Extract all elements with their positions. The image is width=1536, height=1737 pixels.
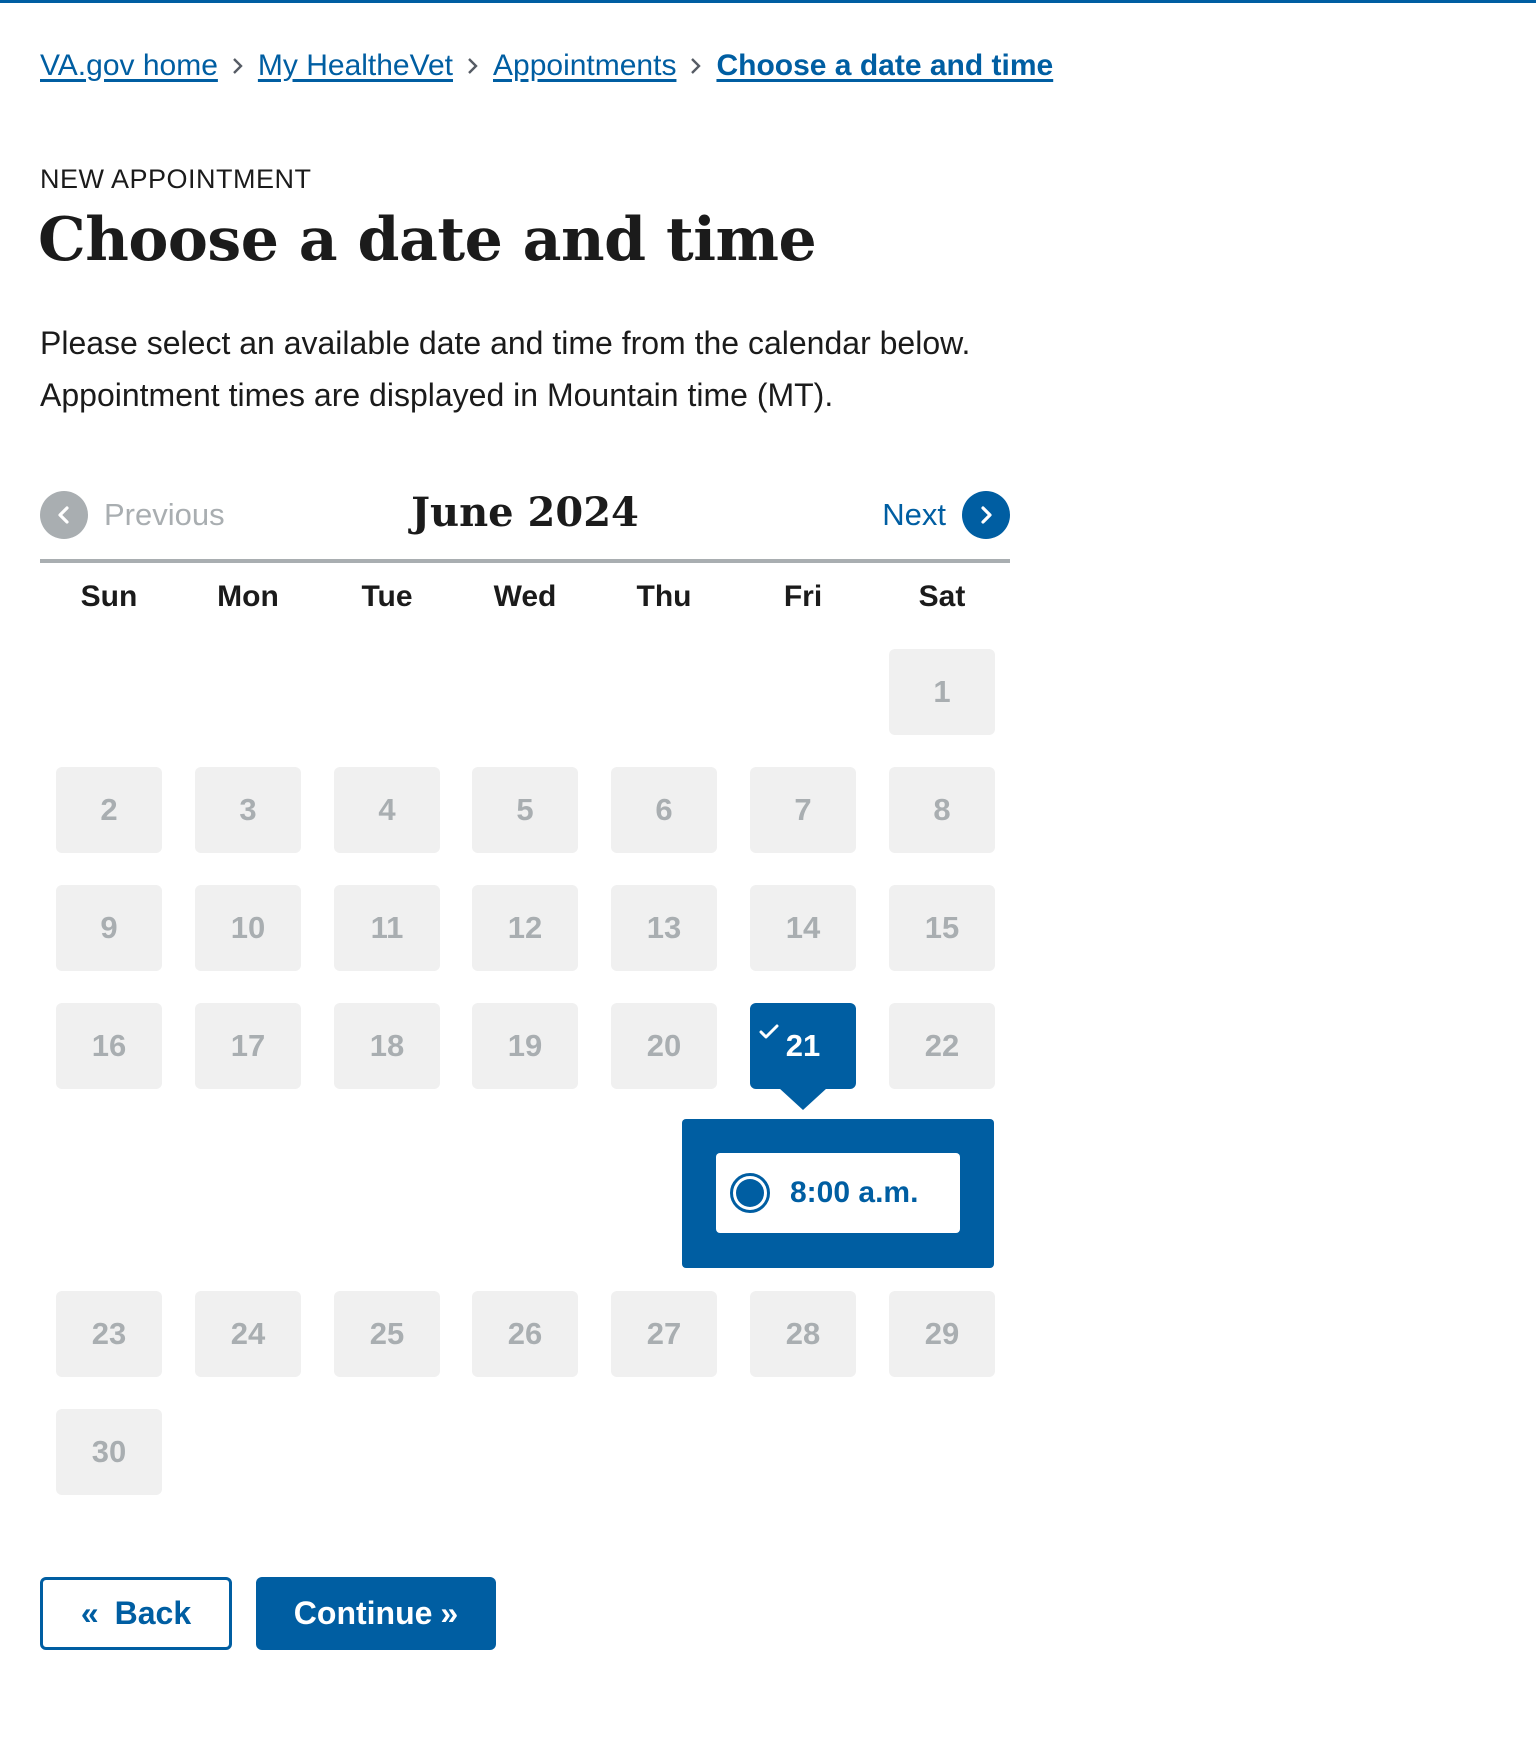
weekday-label: Tue (361, 580, 413, 613)
radio-dot (736, 1179, 764, 1207)
back-button[interactable]: « Back (40, 1577, 232, 1650)
calendar-day[interactable]: 27 (611, 1291, 717, 1377)
weekday-label: Sun (80, 580, 138, 613)
calendar-day[interactable]: 8 (889, 767, 995, 853)
calendar-day[interactable]: 18 (334, 1003, 440, 1089)
double-chevron-left-icon: « (80, 1595, 99, 1631)
calendar-day[interactable]: 9 (56, 885, 162, 971)
calendar-day[interactable]: 15 (889, 885, 995, 971)
time-slot-panel: 8:00 a.m. (682, 1119, 994, 1268)
double-chevron-right-icon: » (440, 1595, 459, 1631)
continue-button-label: Continue (293, 1595, 433, 1631)
calendar-day[interactable]: 19 (472, 1003, 578, 1089)
weekday-label: Thu (636, 580, 692, 613)
top-accent-bar (0, 0, 1536, 3)
calendar-day[interactable]: 3 (195, 767, 301, 853)
chevron-right-icon (676, 56, 716, 76)
calendar-day[interactable]: 14 (750, 885, 856, 971)
calendar-day[interactable]: 29 (889, 1291, 995, 1377)
calendar-day[interactable]: 30 (56, 1409, 162, 1495)
calendar-day[interactable]: 6 (611, 767, 717, 853)
check-icon (759, 1012, 779, 1048)
calendar-day-number: 21 (785, 1028, 821, 1063)
calendar-day[interactable]: 25 (334, 1291, 440, 1377)
calendar-day[interactable]: 24 (195, 1291, 301, 1377)
calendar-day[interactable]: 20 (611, 1003, 717, 1089)
time-slot-label: 8:00 a.m. (790, 1176, 919, 1209)
breadcrumb-link-current[interactable]: Choose a date and time (716, 44, 1053, 88)
calendar-day[interactable]: 17 (195, 1003, 301, 1089)
description-line: Appointment times are displayed in Mount… (40, 377, 834, 413)
description-line: Please select an available date and time… (40, 325, 971, 361)
page-title: Choose a date and time (38, 205, 817, 275)
next-month-button[interactable]: Next (882, 491, 1010, 539)
month-title: June 2024 (411, 489, 639, 536)
chevron-right-icon (218, 56, 258, 76)
calendar-day[interactable]: 2 (56, 767, 162, 853)
calendar-day[interactable]: 5 (472, 767, 578, 853)
calendar-day[interactable]: 16 (56, 1003, 162, 1089)
calendar-day[interactable]: 26 (472, 1291, 578, 1377)
chevron-right-icon (453, 56, 493, 76)
breadcrumb-link-my-healthevet[interactable]: My HealtheVet (258, 44, 453, 88)
radio-selected-icon[interactable] (730, 1173, 770, 1213)
weekday-label: Mon (217, 580, 279, 613)
weekday-label: Wed (493, 580, 557, 613)
selected-day-pointer (779, 1088, 827, 1110)
time-slot-option[interactable]: 8:00 a.m. (716, 1153, 960, 1233)
calendar-day[interactable]: 7 (750, 767, 856, 853)
calendar-day[interactable]: 23 (56, 1291, 162, 1377)
weekday-label: Fri (783, 580, 823, 613)
calendar-day[interactable]: 11 (334, 885, 440, 971)
calendar-day-selected[interactable]: 21 (750, 1003, 856, 1089)
breadcrumb-link-appointments[interactable]: Appointments (493, 44, 676, 88)
chevron-right-icon (962, 491, 1010, 539)
breadcrumb-link-va-home[interactable]: VA.gov home (40, 44, 218, 88)
page-description: Please select an available date and time… (40, 317, 1040, 421)
calendar-day[interactable]: 4 (334, 767, 440, 853)
calendar-day[interactable]: 28 (750, 1291, 856, 1377)
calendar-day[interactable]: 13 (611, 885, 717, 971)
page-eyebrow: NEW APPOINTMENT (40, 164, 312, 194)
continue-button[interactable]: Continue » (256, 1577, 496, 1650)
back-button-label: Back (114, 1595, 192, 1631)
calendar-day[interactable]: 10 (195, 885, 301, 971)
calendar-day[interactable]: 1 (889, 649, 995, 735)
calendar-day[interactable]: 12 (472, 885, 578, 971)
calendar-day[interactable]: 22 (889, 1003, 995, 1089)
weekday-label: Sat (918, 580, 966, 613)
next-month-label: Next (882, 497, 946, 532)
calendar-navigation: Previous June 2024 Next (40, 487, 1010, 563)
breadcrumb: VA.gov home My HealtheVet Appointments C… (40, 44, 1053, 88)
